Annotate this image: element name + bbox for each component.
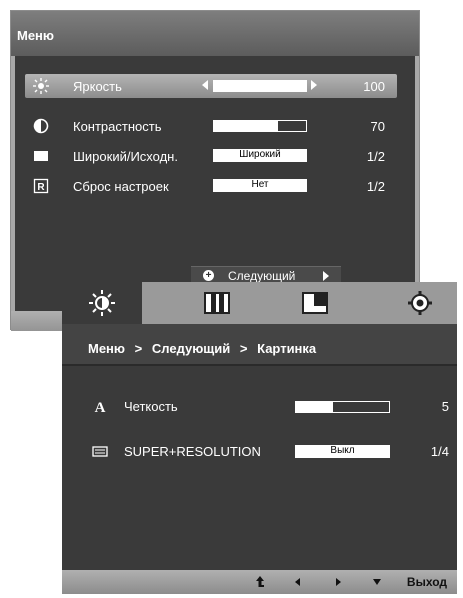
brightness-value: 100 — [363, 79, 385, 94]
exit-button[interactable]: Выход — [407, 575, 447, 589]
right-arrow-icon[interactable] — [334, 575, 344, 592]
main-menu-body: Яркость 100 Контрастность 70 Широкий/Исх… — [15, 56, 415, 311]
brightness-label: Яркость — [73, 79, 122, 94]
tab-brightness[interactable] — [62, 282, 142, 324]
screen-icon — [301, 290, 329, 316]
main-menu-title: Меню — [11, 11, 419, 56]
super-resolution-row[interactable]: SUPER+RESOLUTION Выкл 1/4 — [62, 440, 457, 464]
sharpness-icon: A — [92, 398, 108, 416]
brightness-row[interactable]: Яркость 100 — [25, 74, 397, 98]
sharpness-slider[interactable] — [295, 401, 390, 413]
tab-picture[interactable] — [177, 282, 257, 324]
super-resolution-option-box[interactable]: Выкл — [295, 445, 390, 458]
contrast-icon — [33, 118, 49, 134]
increase-arrow-icon[interactable] — [311, 80, 317, 90]
left-arrow-icon[interactable] — [292, 575, 302, 592]
sun-icon — [33, 78, 49, 94]
aspect-option-box[interactable]: Широкий — [213, 149, 307, 162]
menu-footer: Выход — [62, 570, 457, 594]
brightness-slider[interactable] — [213, 80, 307, 92]
svg-text:R: R — [37, 182, 45, 193]
sharpness-value: 5 — [441, 399, 449, 414]
super-resolution-label: SUPER+RESOLUTION — [124, 444, 261, 459]
reset-option-box[interactable]: Нет — [213, 179, 307, 192]
super-resolution-value: 1/4 — [430, 444, 449, 459]
reset-icon: R — [33, 178, 49, 194]
decrease-arrow-icon[interactable] — [202, 80, 208, 90]
tab-screen[interactable] — [275, 282, 355, 324]
aspect-value: 1/2 — [366, 149, 385, 164]
return-arrow-icon[interactable] — [254, 575, 266, 592]
reset-value: 1/2 — [366, 179, 385, 194]
picture-icon — [203, 290, 231, 316]
aspect-row[interactable]: Широкий/Исходн. Широкий 1/2 — [25, 144, 397, 168]
wide-screen-icon — [33, 148, 49, 164]
aspect-label: Широкий/Исходн. — [73, 149, 178, 164]
breadcrumb-picture: Картинка — [257, 341, 317, 356]
sharpness-label: Четкость — [124, 399, 178, 414]
picture-menu-window: Меню > Следующий > Картинка A Четкость 5… — [62, 282, 457, 594]
breadcrumb-separator: > — [239, 341, 248, 356]
gear-icon — [406, 290, 434, 316]
breadcrumb: Меню > Следующий > Картинка — [62, 324, 457, 366]
super-resolution-icon — [92, 443, 108, 459]
contrast-slider[interactable] — [213, 120, 307, 132]
menu-tab-bar — [62, 282, 457, 324]
contrast-label: Контрастность — [73, 119, 162, 134]
breadcrumb-menu[interactable]: Меню — [88, 341, 125, 356]
breadcrumb-next[interactable]: Следующий — [152, 341, 230, 356]
next-label: Следующий — [228, 269, 296, 283]
contrast-row[interactable]: Контрастность 70 — [25, 114, 397, 138]
right-arrow-icon — [323, 271, 329, 281]
tab-settings[interactable] — [380, 282, 460, 324]
breadcrumb-separator: > — [134, 341, 143, 356]
contrast-value: 70 — [370, 119, 385, 134]
reset-row[interactable]: R Сброс настроек Нет 1/2 — [25, 174, 397, 198]
reset-label: Сброс настроек — [73, 179, 169, 194]
plus-icon: + — [203, 270, 214, 281]
down-arrow-icon[interactable] — [372, 575, 382, 592]
sun-icon — [88, 290, 116, 316]
sharpness-row[interactable]: A Четкость 5 — [62, 395, 457, 419]
svg-text:A: A — [95, 400, 106, 414]
